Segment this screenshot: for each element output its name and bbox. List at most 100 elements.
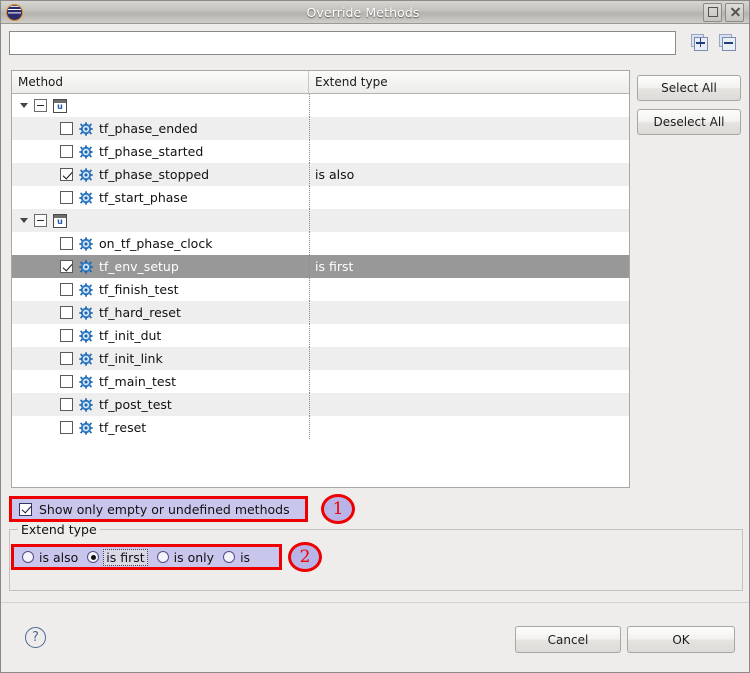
row-checkbox[interactable] <box>60 237 73 250</box>
chevron-down-icon[interactable] <box>16 209 32 232</box>
tree-node-label: tf_init_link <box>99 351 163 366</box>
column-divider <box>309 324 310 347</box>
expand-all-icon[interactable] <box>691 34 708 51</box>
row-checkbox[interactable] <box>60 260 73 273</box>
unit-icon: u <box>53 213 67 228</box>
row-checkbox[interactable] <box>60 421 73 434</box>
cell-method: tf_init_link <box>12 347 309 370</box>
show-only-checkbox-box[interactable] <box>19 502 32 516</box>
cell-extend-type[interactable] <box>309 370 629 393</box>
annotation-badge-2: 2 <box>288 542 322 572</box>
cell-extend-type[interactable] <box>309 416 629 439</box>
table-row[interactable]: tf_phase_ended <box>12 117 629 140</box>
cell-extend-type[interactable] <box>309 209 629 232</box>
radio-button[interactable] <box>156 551 169 563</box>
radio-button[interactable] <box>223 551 236 563</box>
method-icon <box>79 351 93 366</box>
filter-input[interactable] <box>9 31 676 55</box>
column-divider <box>309 347 310 370</box>
extend-type-option-is[interactable]: is <box>223 550 250 565</box>
cell-extend-type[interactable] <box>309 94 629 117</box>
table-row[interactable]: tf_finish_test <box>12 278 629 301</box>
collapse-toggle-icon[interactable] <box>34 214 47 227</box>
cell-extend-type[interactable] <box>309 324 629 347</box>
annotation-badge-1: 1 <box>321 494 355 524</box>
cell-extend-type[interactable] <box>309 117 629 140</box>
row-checkbox[interactable] <box>60 329 73 342</box>
cell-method: uany_unit <box>12 94 309 117</box>
cell-extend-type[interactable] <box>309 347 629 370</box>
tree-node-label: tf_hard_reset <box>99 305 181 320</box>
table-row[interactable]: tf_env_setup is first <box>12 255 629 278</box>
close-icon[interactable] <box>725 2 744 22</box>
show-only-checkbox[interactable]: Show only empty or undefined methods <box>9 496 308 522</box>
table-row[interactable]: tf_post_test <box>12 393 629 416</box>
method-icon <box>79 282 93 297</box>
cell-extend-type[interactable] <box>309 278 629 301</box>
methods-tree[interactable]: Method Extend type uany_unit tf_phase_end… <box>11 70 630 488</box>
row-checkbox[interactable] <box>60 145 73 158</box>
row-checkbox[interactable] <box>60 352 73 365</box>
column-divider <box>309 232 310 255</box>
cell-extend-type[interactable] <box>309 140 629 163</box>
extend-type-option-is-also[interactable]: is also <box>22 550 78 565</box>
table-row[interactable]: on_tf_phase_clock <box>12 232 629 255</box>
table-row[interactable]: tf_init_dut <box>12 324 629 347</box>
table-row[interactable]: tf_phase_stopped is also <box>12 163 629 186</box>
radio-label: is only <box>173 549 215 565</box>
column-header-method[interactable]: Method <box>12 71 309 93</box>
cell-extend-type[interactable]: is also <box>309 163 629 186</box>
method-icon <box>79 236 93 251</box>
row-checkbox[interactable] <box>60 306 73 319</box>
ok-button[interactable]: OK <box>627 626 735 653</box>
maximize-icon[interactable] <box>703 2 722 22</box>
unit-icon: u <box>53 98 67 113</box>
cell-method: tf_env_setup <box>12 255 309 278</box>
footer-divider <box>1 602 749 603</box>
cell-method: tf_phase_started <box>12 140 309 163</box>
table-row[interactable]: tf_hard_reset <box>12 301 629 324</box>
table-row[interactable]: tf_phase_started <box>12 140 629 163</box>
extend-type-option-is-first[interactable]: is first <box>87 548 148 566</box>
table-row[interactable]: uxbus_agent_u <box>12 209 629 232</box>
cell-method: tf_init_dut <box>12 324 309 347</box>
radio-button[interactable] <box>87 551 100 563</box>
deselect-all-button[interactable]: Deselect All <box>637 109 741 135</box>
tree-body: uany_unit tf_phase_ended tf_phase_startedt… <box>12 94 629 487</box>
row-checkbox[interactable] <box>60 191 73 204</box>
extend-type-option-is-only[interactable]: is only <box>156 549 215 565</box>
row-checkbox[interactable] <box>60 398 73 411</box>
column-divider <box>309 301 310 324</box>
chevron-down-icon[interactable] <box>16 94 32 117</box>
collapse-toggle-icon[interactable] <box>34 99 47 112</box>
row-checkbox[interactable] <box>60 375 73 388</box>
show-only-label: Show only empty or undefined methods <box>39 501 290 517</box>
row-checkbox[interactable] <box>60 168 73 181</box>
cell-extend-type[interactable] <box>309 301 629 324</box>
collapse-all-icon[interactable] <box>719 34 736 51</box>
cell-extend-type[interactable] <box>309 232 629 255</box>
select-all-button[interactable]: Select All <box>637 75 741 101</box>
tree-tool-icons <box>691 34 736 51</box>
table-row[interactable]: uany_unit <box>12 94 629 117</box>
table-row[interactable]: tf_init_link <box>12 347 629 370</box>
cell-extend-type[interactable]: is first <box>309 255 629 278</box>
row-checkbox[interactable] <box>60 283 73 296</box>
column-header-extend-type[interactable]: Extend type <box>309 71 629 93</box>
radio-button[interactable] <box>22 551 34 563</box>
search-row <box>9 31 743 57</box>
cancel-button[interactable]: Cancel <box>515 626 621 653</box>
row-checkbox[interactable] <box>60 122 73 135</box>
column-divider <box>309 163 310 186</box>
cell-extend-type[interactable] <box>309 393 629 416</box>
tree-node-label: on_tf_phase_clock <box>99 236 213 251</box>
cell-extend-type[interactable] <box>309 186 629 209</box>
cell-method: uxbus_agent_u <box>12 209 309 232</box>
table-row[interactable]: tf_main_test <box>12 370 629 393</box>
radio-label: is also <box>39 549 79 565</box>
column-divider <box>309 370 310 393</box>
extend-type-radio-group[interactable]: is also is first is only is <box>11 544 282 570</box>
table-row[interactable]: tf_start_phase <box>12 186 629 209</box>
help-icon[interactable]: ? <box>25 627 46 648</box>
table-row[interactable]: tf_reset <box>12 416 629 439</box>
